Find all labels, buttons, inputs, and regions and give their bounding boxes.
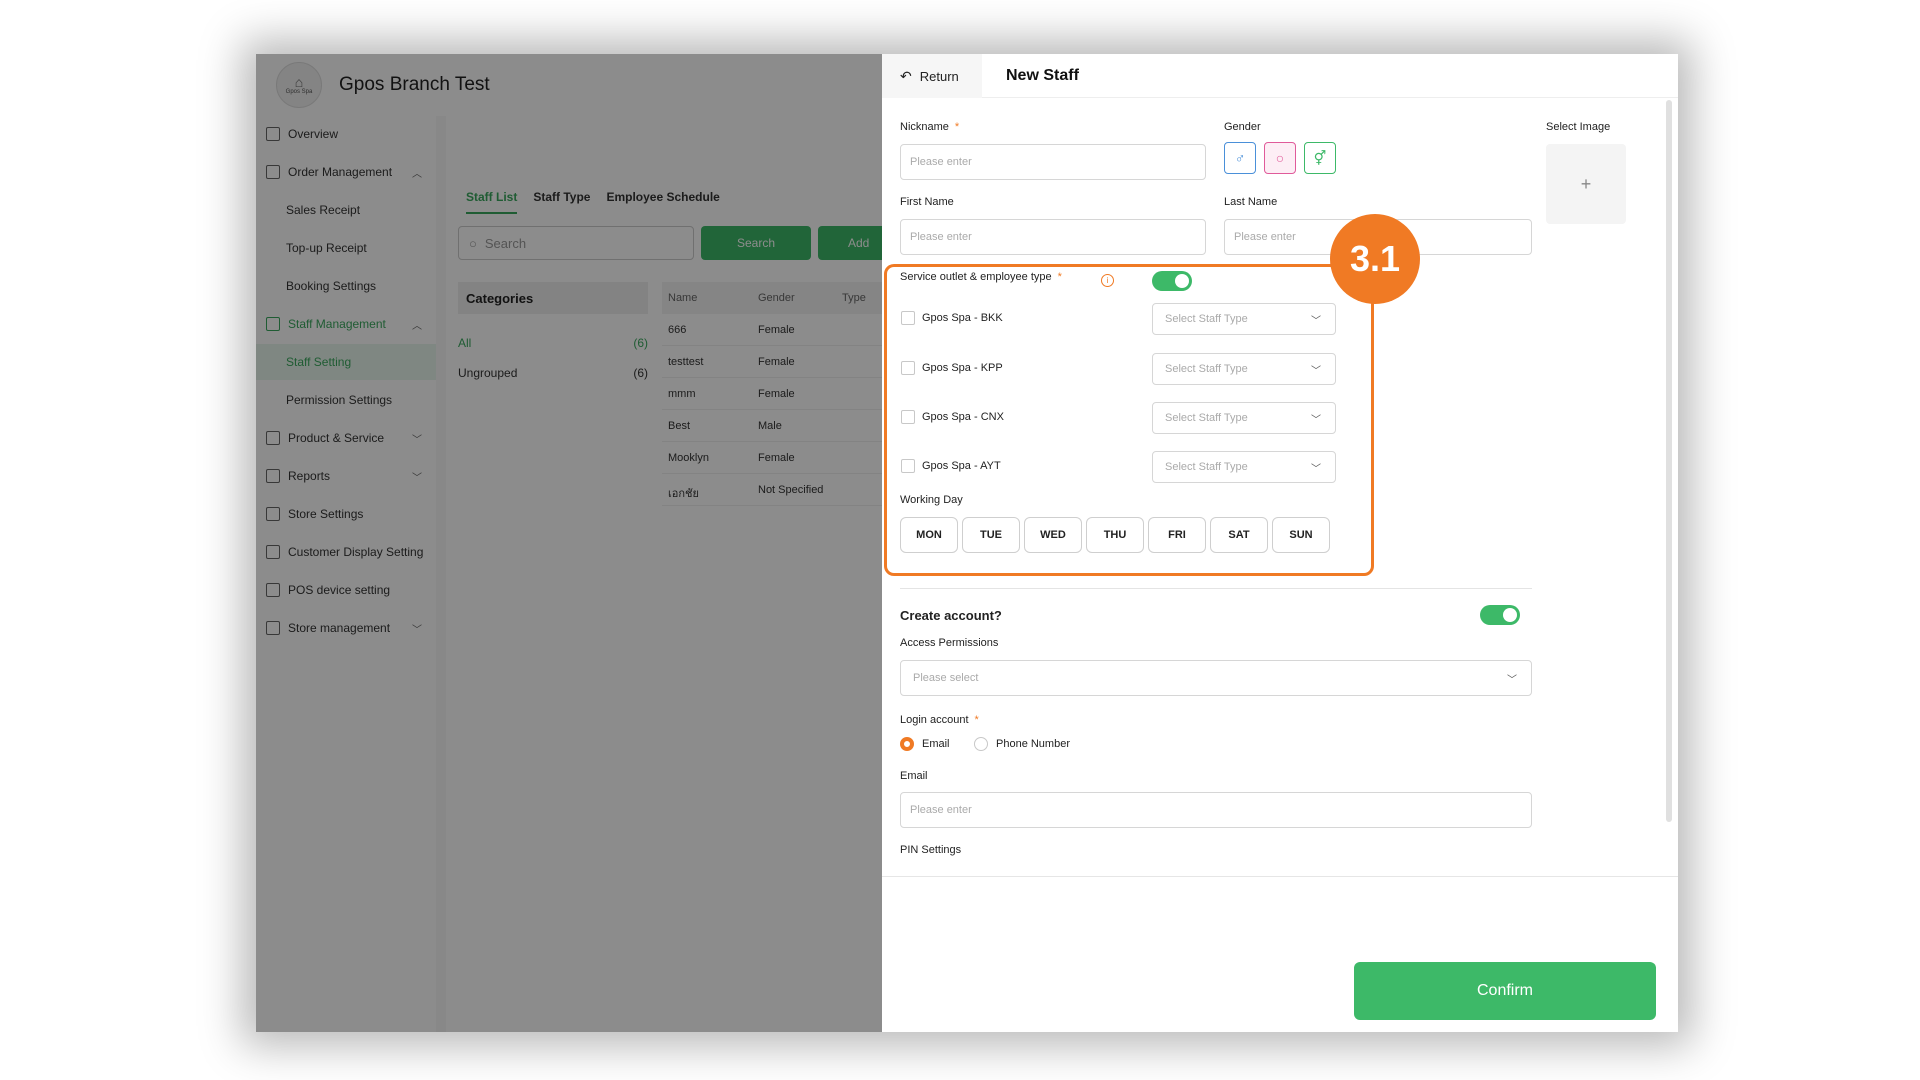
staff-type-select-cnx[interactable]: Select Staff Type ﹀	[1152, 402, 1336, 434]
gender-female-button[interactable]: ○	[1264, 142, 1296, 174]
step-badge: 3.1	[1330, 214, 1420, 304]
login-account-label: Login account *	[900, 714, 979, 726]
nickname-label-text: Nickname	[900, 121, 949, 133]
gender-male-button[interactable]: ♂	[1224, 142, 1256, 174]
radio-email[interactable]	[900, 737, 914, 751]
last-name-placeholder: Please enter	[1234, 231, 1296, 243]
section-divider	[900, 588, 1532, 589]
gender-other-button[interactable]: ⚥	[1304, 142, 1336, 174]
create-account-toggle[interactable]	[1480, 605, 1520, 625]
select-placeholder: Select Staff Type	[1165, 412, 1248, 424]
first-name-input[interactable]: Please enter	[900, 219, 1206, 255]
male-icon: ♂	[1234, 150, 1246, 166]
female-icon: ○	[1275, 150, 1285, 166]
outlet-checkbox-kpp[interactable]	[901, 361, 915, 375]
required-mark: *	[1057, 271, 1062, 283]
drawer-header: ↶ Return New Staff	[882, 54, 1678, 98]
chevron-down-icon: ﹀	[1311, 414, 1321, 426]
plus-icon: +	[1580, 173, 1592, 194]
day-tue[interactable]: TUE	[962, 517, 1020, 553]
create-account-label: Create account?	[900, 608, 1002, 623]
working-day-label: Working Day	[900, 494, 963, 506]
gender-label: Gender	[1224, 121, 1261, 133]
outlet-checkbox-ayt[interactable]	[901, 459, 915, 473]
required-mark: *	[974, 714, 979, 726]
select-placeholder: Select Staff Type	[1165, 363, 1248, 375]
chevron-down-icon: ﹀	[1311, 315, 1321, 327]
radio-email-label: Email	[922, 738, 950, 750]
day-sat[interactable]: SAT	[1210, 517, 1268, 553]
modal-overlay[interactable]	[256, 54, 882, 1032]
info-icon[interactable]: i	[1101, 274, 1114, 287]
service-outlet-text: Service outlet & employee type	[900, 271, 1052, 283]
first-name-placeholder: Please enter	[910, 231, 972, 243]
other-gender-icon: ⚥	[1313, 149, 1327, 166]
return-arrow-icon: ↶	[900, 67, 912, 84]
outlet-name-bkk: Gpos Spa - BKK	[922, 312, 1003, 324]
login-account-text: Login account	[900, 714, 969, 726]
select-placeholder: Select Staff Type	[1165, 461, 1248, 473]
radio-phone[interactable]	[974, 737, 988, 751]
service-outlet-label: Service outlet & employee type *	[900, 271, 1062, 283]
outlet-checkbox-bkk[interactable]	[901, 311, 915, 325]
stage: ⌂ Gpos Spa Gpos Branch Test Overview Ord…	[0, 0, 1920, 1080]
outlet-name-cnx: Gpos Spa - CNX	[922, 411, 1004, 423]
email-placeholder: Please enter	[910, 804, 972, 816]
day-wed[interactable]: WED	[1024, 517, 1082, 553]
chevron-down-icon: ﹀	[1311, 365, 1321, 377]
drawer-title: New Staff	[1006, 67, 1079, 84]
select-image-label: Select Image	[1546, 121, 1611, 133]
select-placeholder: Please select	[913, 672, 979, 684]
chevron-down-icon: ﹀	[1507, 674, 1517, 686]
return-button[interactable]: ↶ Return	[882, 54, 982, 98]
staff-type-select-kpp[interactable]: Select Staff Type ﹀	[1152, 353, 1336, 385]
return-label: Return	[919, 68, 959, 84]
day-thu[interactable]: THU	[1086, 517, 1144, 553]
pin-settings-label: PIN Settings	[900, 844, 962, 856]
access-permissions-label: Access Permissions	[900, 637, 999, 649]
day-fri[interactable]: FRI	[1148, 517, 1206, 553]
chevron-down-icon: ﹀	[1311, 463, 1321, 475]
access-permissions-select[interactable]: Please select ﹀	[900, 660, 1532, 696]
day-sun[interactable]: SUN	[1272, 517, 1330, 553]
day-mon[interactable]: MON	[900, 517, 958, 553]
service-outlet-toggle[interactable]	[1152, 271, 1192, 291]
confirm-button[interactable]: Confirm	[1354, 962, 1656, 1020]
staff-type-select-ayt[interactable]: Select Staff Type ﹀	[1152, 451, 1336, 483]
outlet-name-ayt: Gpos Spa - AYT	[922, 460, 1001, 472]
nickname-placeholder: Please enter	[910, 156, 972, 168]
last-name-label: Last Name	[1224, 196, 1278, 208]
select-placeholder: Select Staff Type	[1165, 313, 1248, 325]
email-label: Email	[900, 770, 928, 782]
first-name-label: First Name	[900, 196, 954, 208]
required-mark: *	[954, 121, 960, 133]
drawer-scrollbar[interactable]	[1666, 100, 1672, 822]
background-app: ⌂ Gpos Spa Gpos Branch Test Overview Ord…	[256, 54, 898, 1032]
email-input[interactable]: Please enter	[900, 792, 1532, 828]
outlet-name-kpp: Gpos Spa - KPP	[922, 362, 1003, 374]
image-upload-button[interactable]: +	[1546, 144, 1626, 224]
nickname-input[interactable]: Please enter	[900, 144, 1206, 180]
outlet-checkbox-cnx[interactable]	[901, 410, 915, 424]
footer-divider	[882, 876, 1678, 877]
radio-phone-label: Phone Number	[996, 738, 1070, 750]
nickname-label: Nickname *	[900, 121, 959, 133]
staff-type-select-bkk[interactable]: Select Staff Type ﹀	[1152, 303, 1336, 335]
